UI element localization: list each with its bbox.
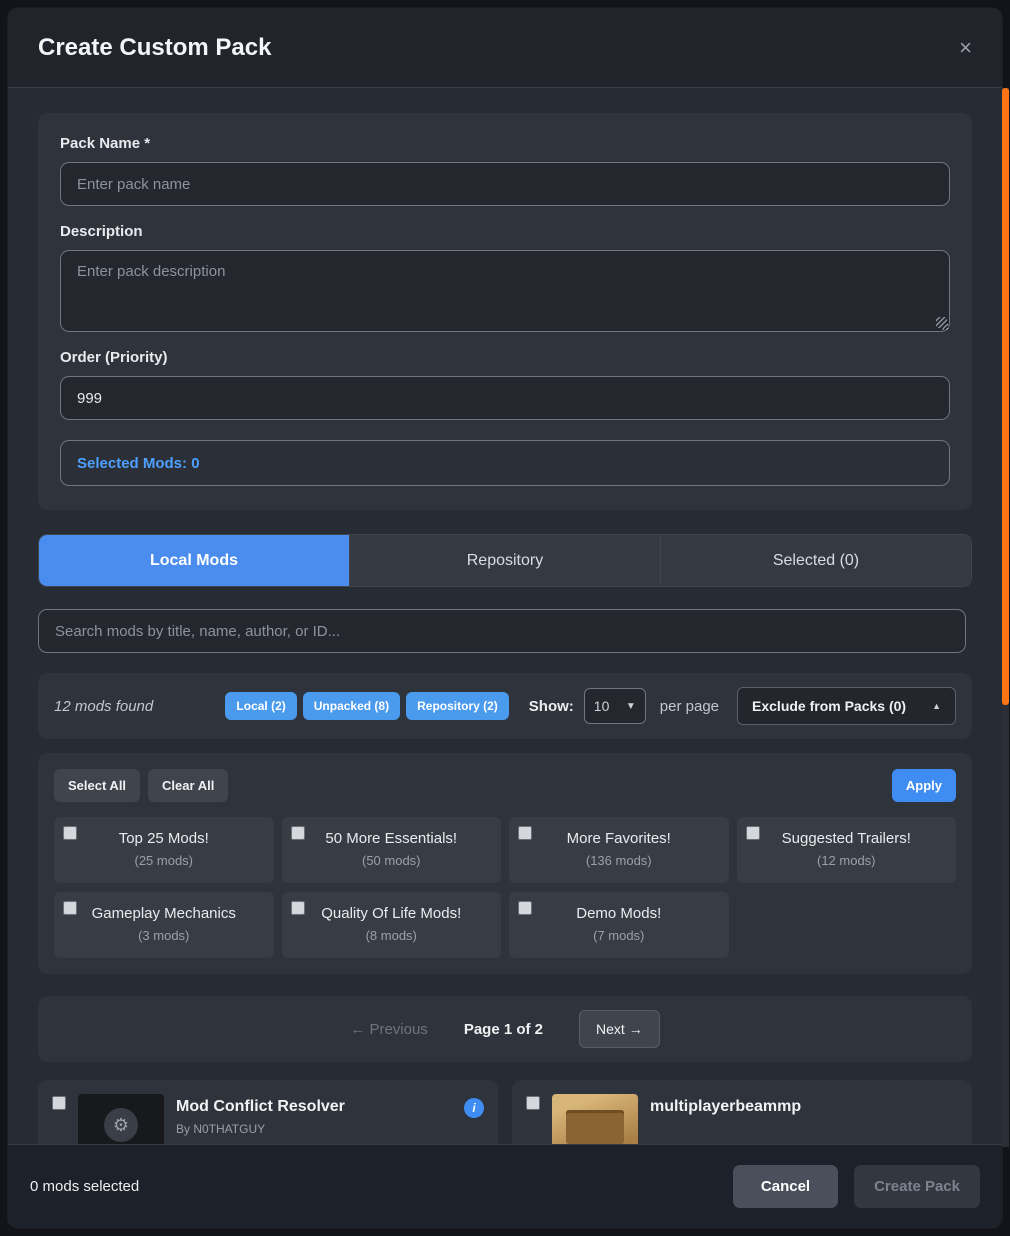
results-count-text: 12 mods found: [54, 697, 154, 715]
pack-title: More Favorites!: [566, 830, 671, 847]
mod-title: Mod Conflict Resolver: [176, 1098, 345, 1115]
per-page-label: per page: [659, 697, 720, 715]
pack-title: Quality Of Life Mods!: [321, 905, 462, 922]
pack-checkbox[interactable]: [63, 826, 77, 840]
pack-count: (7 mods): [593, 928, 645, 943]
exclude-from-packs-label: Exclude from Packs (0): [752, 698, 907, 714]
mod-source-tabs: Local Mods Repository Selected (0): [38, 534, 972, 587]
tab-local-mods[interactable]: Local Mods: [39, 535, 349, 586]
create-custom-pack-modal: Create Custom Pack × Pack Name * Descrip…: [8, 8, 1002, 1228]
pack-item-gameplay-mechanics[interactable]: Gameplay Mechanics (3 mods): [54, 892, 274, 958]
pack-count: (136 mods): [585, 853, 652, 868]
select-all-button[interactable]: Select All: [54, 769, 141, 802]
mods-selected-status: 0 mods selected: [30, 1178, 140, 1195]
modal-header: Create Custom Pack ×: [8, 8, 1002, 88]
info-icon[interactable]: i: [464, 1098, 484, 1118]
scrollbar-track[interactable]: [1002, 88, 1009, 1147]
mod-logo-icon: ⚙: [104, 1108, 138, 1142]
order-priority-input[interactable]: [60, 376, 950, 420]
mod-title: multiplayerbeammp: [650, 1098, 802, 1115]
selected-mods-summary: Selected Mods: 0: [60, 440, 950, 486]
exclude-from-packs-button[interactable]: Exclude from Packs (0) ▲: [737, 687, 956, 725]
next-page-button[interactable]: Next →: [579, 1010, 660, 1048]
pack-count: (3 mods): [138, 928, 190, 943]
pack-count: (25 mods): [134, 853, 194, 868]
pack-item-top-25-mods[interactable]: Top 25 Mods! (25 mods): [54, 817, 274, 883]
create-pack-button[interactable]: Create Pack: [854, 1165, 980, 1208]
pack-item-quality-of-life[interactable]: Quality Of Life Mods! (8 mods): [281, 892, 501, 958]
pack-checkbox[interactable]: [290, 901, 305, 915]
previous-page-button[interactable]: ← Previous: [350, 1021, 428, 1038]
clear-all-button[interactable]: Clear All: [148, 769, 229, 802]
chevron-down-icon: ▼: [625, 700, 636, 712]
mod-checkbox[interactable]: [526, 1096, 540, 1110]
page-size-select[interactable]: 10 ▼: [583, 688, 646, 724]
page-info: Page 1 of 2: [463, 1020, 544, 1038]
tab-repository[interactable]: Repository: [349, 535, 660, 586]
pack-name-input[interactable]: [60, 162, 950, 206]
folder-icon: [566, 1110, 624, 1144]
pack-filter-card: Select All Clear All Apply Top 25 Mods! …: [38, 753, 972, 974]
pack-title: Gameplay Mechanics: [91, 905, 236, 922]
pack-title: Top 25 Mods!: [118, 830, 209, 847]
filter-bar: 12 mods found Local (2) Unpacked (8) Rep…: [38, 673, 972, 739]
close-icon[interactable]: ×: [959, 36, 972, 59]
search-input[interactable]: [38, 609, 966, 653]
tab-selected[interactable]: Selected (0): [660, 535, 971, 586]
pack-name-label: Pack Name *: [60, 135, 151, 152]
filter-badge-unpacked[interactable]: Unpacked (8): [302, 692, 401, 720]
page-size-value: 10: [593, 698, 610, 714]
pack-count: (8 mods): [365, 928, 417, 943]
pack-title: Demo Mods!: [576, 905, 662, 922]
description-textarea[interactable]: [60, 250, 950, 332]
pack-checkbox[interactable]: [745, 826, 760, 840]
page-title: Create Custom Pack: [38, 33, 272, 61]
mod-checkbox[interactable]: [52, 1096, 66, 1110]
pack-checkbox[interactable]: [518, 826, 532, 840]
packs-toolbar: Select All Clear All Apply: [54, 769, 956, 802]
pack-form-card: Pack Name * Description Order (Priority)…: [38, 113, 972, 510]
chevron-up-icon: ▲: [932, 701, 941, 711]
pack-checkbox[interactable]: [63, 901, 77, 915]
pack-item-more-favorites[interactable]: More Favorites! (136 mods): [509, 817, 729, 883]
pack-title: Suggested Trailers!: [781, 830, 911, 847]
scrollbar-thumb[interactable]: [1002, 88, 1009, 705]
pack-checkbox[interactable]: [290, 826, 305, 840]
pack-item-50-more-essentials[interactable]: 50 More Essentials! (50 mods): [281, 817, 501, 883]
show-label: Show:: [528, 697, 574, 715]
pack-item-suggested-trailers[interactable]: Suggested Trailers! (12 mods): [736, 817, 956, 883]
pack-title: 50 More Essentials!: [325, 830, 458, 847]
pack-checkbox[interactable]: [518, 901, 532, 915]
pagination: ← Previous Page 1 of 2 Next →: [38, 996, 972, 1062]
mod-author: By N0THATGUY: [176, 1122, 266, 1136]
description-label: Description: [60, 223, 143, 240]
apply-button[interactable]: Apply: [891, 769, 956, 802]
filter-badge-repository[interactable]: Repository (2): [406, 692, 509, 720]
filter-badge-local[interactable]: Local (2): [225, 692, 297, 720]
modal-footer: 0 mods selected Cancel Create Pack: [8, 1144, 1002, 1228]
order-priority-label: Order (Priority): [60, 349, 168, 366]
pack-count: (50 mods): [361, 853, 421, 868]
packs-grid: Top 25 Mods! (25 mods) 50 More Essential…: [54, 817, 956, 958]
pack-count: (12 mods): [816, 853, 876, 868]
pack-item-demo-mods[interactable]: Demo Mods! (7 mods): [509, 892, 729, 958]
cancel-button[interactable]: Cancel: [732, 1165, 839, 1208]
